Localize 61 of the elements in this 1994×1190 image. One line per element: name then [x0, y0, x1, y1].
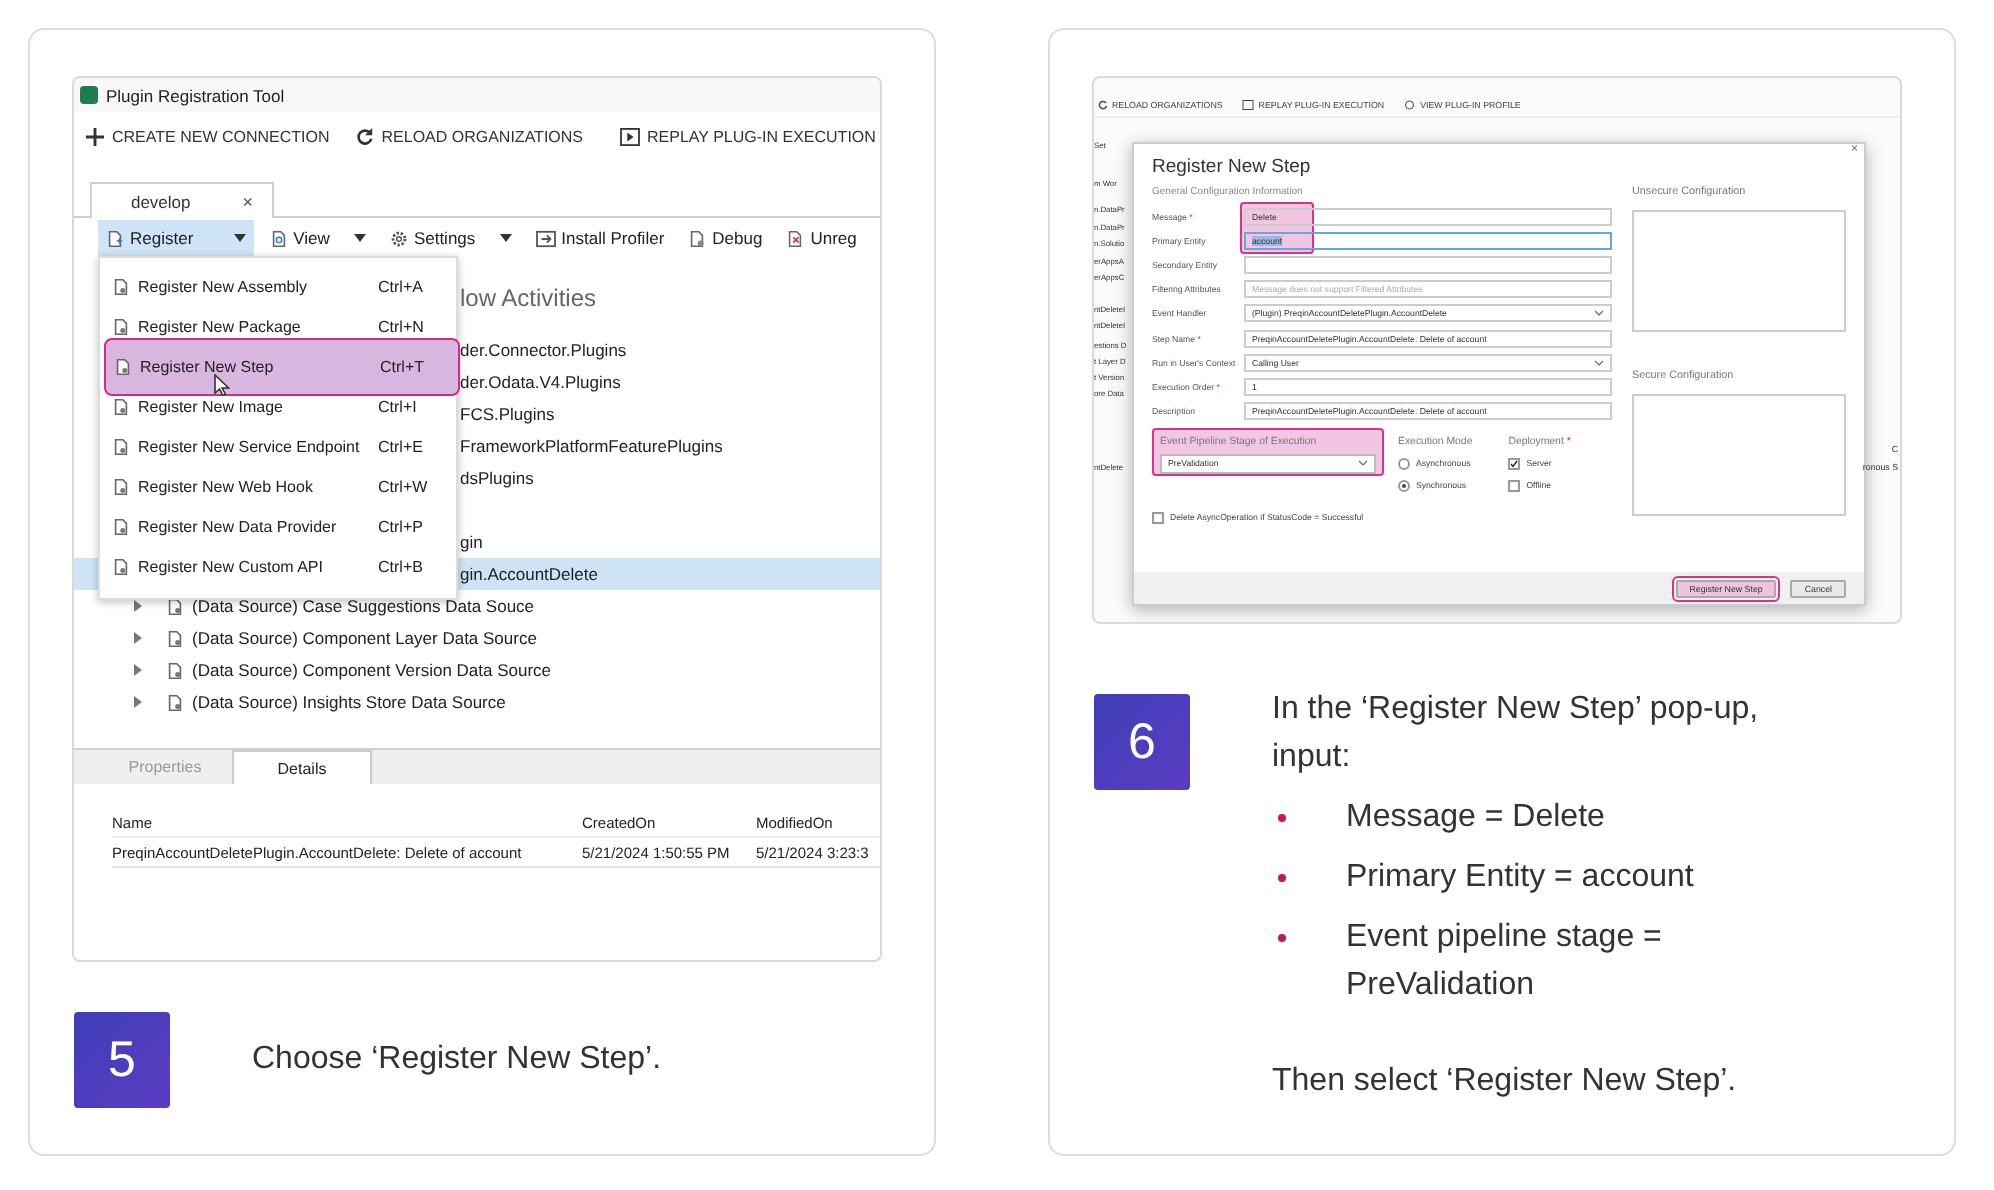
connection-tab[interactable]: develop × — [90, 182, 274, 218]
toolbar-button[interactable]: CREATE NEW CONNECTION — [86, 128, 330, 146]
menu-item[interactable]: Register New Assembly Ctrl+A — [100, 266, 456, 306]
profiler-icon — [535, 229, 556, 247]
step-number-badge: 6 — [1094, 694, 1190, 790]
document-icon — [786, 229, 805, 247]
app-logo-icon — [80, 86, 98, 104]
bullet-icon — [1278, 814, 1286, 822]
tab[interactable]: Details — [232, 750, 372, 784]
menu-item[interactable]: Register New Web Hook Ctrl+W — [100, 467, 456, 507]
menu-item[interactable]: Register New Service Endpoint Ctrl+E — [100, 427, 456, 467]
step-instruction: Then select ‘Register New Step’. — [1272, 1062, 1739, 1102]
bullet-icon — [1278, 874, 1286, 882]
expand-arrow-icon[interactable] — [134, 696, 142, 708]
toolbar-button[interactable]: REPLAY PLUG-IN EXECUTION — [619, 128, 876, 146]
radio-button[interactable] — [1398, 457, 1410, 470]
document-icon — [114, 357, 132, 376]
toolbar-button[interactable]: RELOAD ORGANIZATIONS — [355, 128, 584, 146]
list-item-text: Primary Entity = account — [1346, 858, 1696, 898]
expand-arrow-icon[interactable] — [134, 632, 142, 644]
toolbar-button[interactable]: Install Profiler — [527, 220, 673, 256]
tree-item[interactable]: (Data Source) Insights Store Data Source — [74, 686, 880, 718]
toolbar-button[interactable]: Unreg — [778, 220, 865, 256]
tree-item[interactable]: (Data Source) Component Version Data Source — [74, 654, 880, 686]
menu-item[interactable]: Register New Step Ctrl+T — [104, 338, 460, 395]
toolbar-dropdown[interactable]: Register — [98, 220, 254, 256]
cursor-icon — [214, 374, 230, 396]
gear-icon — [389, 229, 408, 247]
close-icon[interactable]: × — [242, 191, 254, 211]
bullet-icon — [1278, 934, 1286, 942]
chevron-icon — [1594, 359, 1604, 366]
list-item-text: Event pipeline stage = PreValidation — [1346, 918, 1664, 1006]
list-item-text: Message = Delete — [1346, 798, 1607, 838]
caret-icon — [353, 234, 366, 242]
checkbox[interactable] — [1508, 457, 1521, 470]
caret-icon — [499, 234, 512, 242]
section-heading: low Activities — [460, 282, 597, 314]
expand-arrow-icon[interactable] — [134, 600, 142, 612]
toolbar-dropdown[interactable]: View — [261, 220, 374, 256]
step-instruction: Choose ‘Register New Step’. — [252, 1042, 662, 1078]
toolbar-dropdown[interactable]: Settings — [381, 220, 520, 256]
expand-arrow-icon[interactable] — [134, 664, 142, 676]
step-instruction: In the ‘Register New Step’ pop-up, input: — [1272, 690, 1761, 778]
chevron-icon — [1594, 310, 1604, 317]
tree-item[interactable]: (Data Source) Component Layer Data Source — [74, 622, 880, 654]
menu-item[interactable]: Register New Data Provider Ctrl+P — [100, 507, 456, 547]
dialog-title: Register New Step — [1152, 156, 1313, 180]
chevron-icon — [1358, 460, 1368, 467]
radio-button[interactable] — [1398, 479, 1410, 492]
reload-icon — [1098, 99, 1108, 109]
document-icon — [106, 229, 124, 247]
document-icon — [269, 229, 288, 247]
caret-icon — [233, 234, 246, 242]
window-title: Plugin Registration Tool — [106, 85, 285, 105]
input-field[interactable] — [1244, 255, 1612, 274]
reload-icon — [355, 128, 374, 146]
plus-icon — [86, 128, 104, 146]
toolbar-button[interactable]: Debug — [680, 220, 771, 256]
checkbox[interactable] — [1508, 479, 1521, 492]
checkbox[interactable] — [1152, 511, 1164, 524]
step-number-badge: 5 — [74, 1012, 170, 1108]
